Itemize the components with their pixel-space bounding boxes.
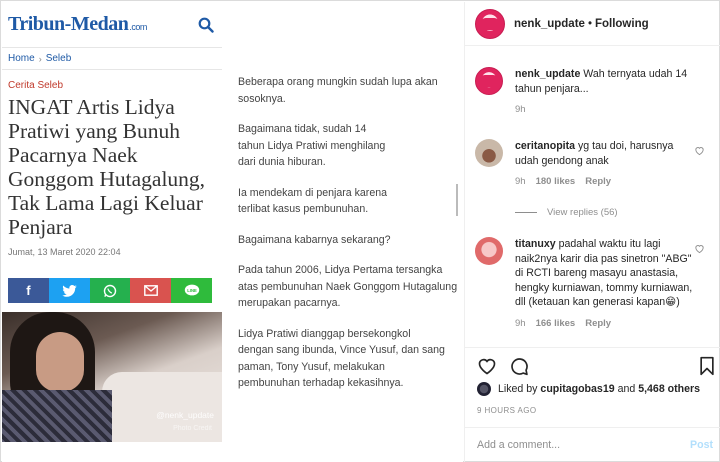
news-header: Tribun-Medan .com (2, 2, 222, 48)
site-logo[interactable]: Tribun-Medan .com (8, 13, 147, 36)
comment-username[interactable]: ceritanopita (515, 140, 575, 152)
article-paragraph: Pada tahun 2006, Lidya Pertama tersangka… (238, 264, 458, 309)
breadcrumb: Home › Seleb (2, 48, 222, 70)
comment-input[interactable] (477, 439, 667, 451)
post-image: Tribun-Medan .com Home › Seleb Cerita Sel… (2, 2, 463, 462)
search-icon[interactable] (198, 17, 214, 33)
email-share-button[interactable] (130, 278, 172, 303)
heart-icon[interactable] (694, 243, 705, 254)
comment-item: titanuxy padahal waktu itu lagi naik2nya… (475, 237, 715, 329)
comment-likes[interactable]: 166 likes (536, 318, 576, 329)
caption-username[interactable]: nenk_update (515, 68, 580, 80)
breadcrumb-home[interactable]: Home (8, 53, 35, 64)
chevron-right-icon: › (38, 53, 42, 64)
liked-by: Liked by cupitagobas19 and 5,468 others (477, 382, 700, 396)
whatsapp-share-button[interactable] (89, 278, 131, 303)
action-bar (465, 347, 720, 383)
article-photo: @nenk_update Photo Credit (2, 312, 222, 442)
twitter-icon (61, 284, 77, 297)
comment-item: ceritanopita yg tau doi, harusnya udah g… (475, 139, 715, 187)
post-timestamp[interactable]: 9 HOURS AGO (477, 406, 537, 415)
comment-icon[interactable] (509, 356, 529, 376)
line-icon: LINE (184, 284, 199, 296)
article-paragraph: Bagaimana tidak, sudah 14 tahun Lidya Pra… (238, 123, 386, 168)
following-button[interactable]: Following (595, 18, 649, 30)
heart-icon[interactable] (477, 356, 497, 376)
post-header: nenk_update • Following (465, 2, 720, 46)
share-buttons: f LINE (8, 278, 212, 303)
instagram-post-window: Tribun-Medan .com Home › Seleb Cerita Sel… (0, 0, 720, 462)
facebook-icon: f (26, 283, 31, 298)
twitter-share-button[interactable] (48, 278, 90, 303)
article-headline: INGAT Artis Lidya Pratiwi yang Bunuh Pac… (8, 95, 206, 239)
avatar[interactable] (475, 8, 505, 39)
caption: nenk_update Wah ternyata udah 14 tahun p… (475, 67, 715, 115)
article-body: Beberapa orang mungkin sudah lupa akan so… (238, 74, 460, 406)
scrollbar-thumb (456, 184, 458, 216)
likes-count[interactable]: 5,468 others (638, 383, 700, 395)
bookmark-icon[interactable] (697, 356, 717, 376)
reply-button[interactable]: Reply (585, 176, 611, 187)
add-comment-bar: Post (465, 427, 720, 462)
photo-watermark: @nenk_update (156, 410, 214, 420)
liked-by-user[interactable]: cupitagobas19 (540, 383, 614, 395)
heart-icon[interactable] (694, 145, 705, 156)
avatar[interactable] (477, 382, 491, 396)
article-paragraph: Lidya Pratiwi dianggap bersekongkol denga… (238, 327, 445, 390)
avatar[interactable] (475, 67, 503, 95)
whatsapp-icon (103, 284, 117, 297)
news-column: Tribun-Medan .com Home › Seleb Cerita Sel… (2, 2, 222, 462)
caption-time[interactable]: 9h (515, 104, 526, 115)
comment-time[interactable]: 9h (515, 318, 526, 329)
reply-button[interactable]: Reply (585, 318, 611, 329)
article-date: Jumat, 13 Maret 2020 22:04 (8, 247, 121, 257)
avatar[interactable] (475, 237, 503, 265)
article-paragraph: Bagaimana kabarnya sekarang? (238, 233, 391, 246)
facebook-share-button[interactable]: f (8, 278, 49, 303)
photo-credit: Photo Credit (173, 425, 212, 432)
view-replies-button[interactable]: View replies (56) (515, 207, 618, 218)
post-username[interactable]: nenk_update (514, 18, 585, 30)
comment-time[interactable]: 9h (515, 176, 526, 187)
article-category[interactable]: Cerita Seleb (8, 80, 222, 91)
line-share-button[interactable]: LINE (171, 278, 212, 303)
separator-dot: • (587, 17, 592, 30)
svg-text:LINE: LINE (187, 288, 197, 293)
avatar[interactable] (475, 139, 503, 167)
comment-likes[interactable]: 180 likes (536, 176, 576, 187)
mail-icon (143, 285, 158, 296)
post-sidebar: nenk_update • Following nenk_update Wah … (464, 2, 720, 462)
article-paragraph: Ia mendekam di penjara karena terlibat ka… (238, 186, 387, 216)
comments-list[interactable]: nenk_update Wah ternyata udah 14 tahun p… (465, 47, 720, 347)
breadcrumb-seleb[interactable]: Seleb (46, 53, 72, 64)
post-button[interactable]: Post (690, 439, 713, 451)
article-paragraph: Beberapa orang mungkin sudah lupa akan so… (238, 76, 438, 105)
comment-username[interactable]: titanuxy (515, 238, 556, 250)
